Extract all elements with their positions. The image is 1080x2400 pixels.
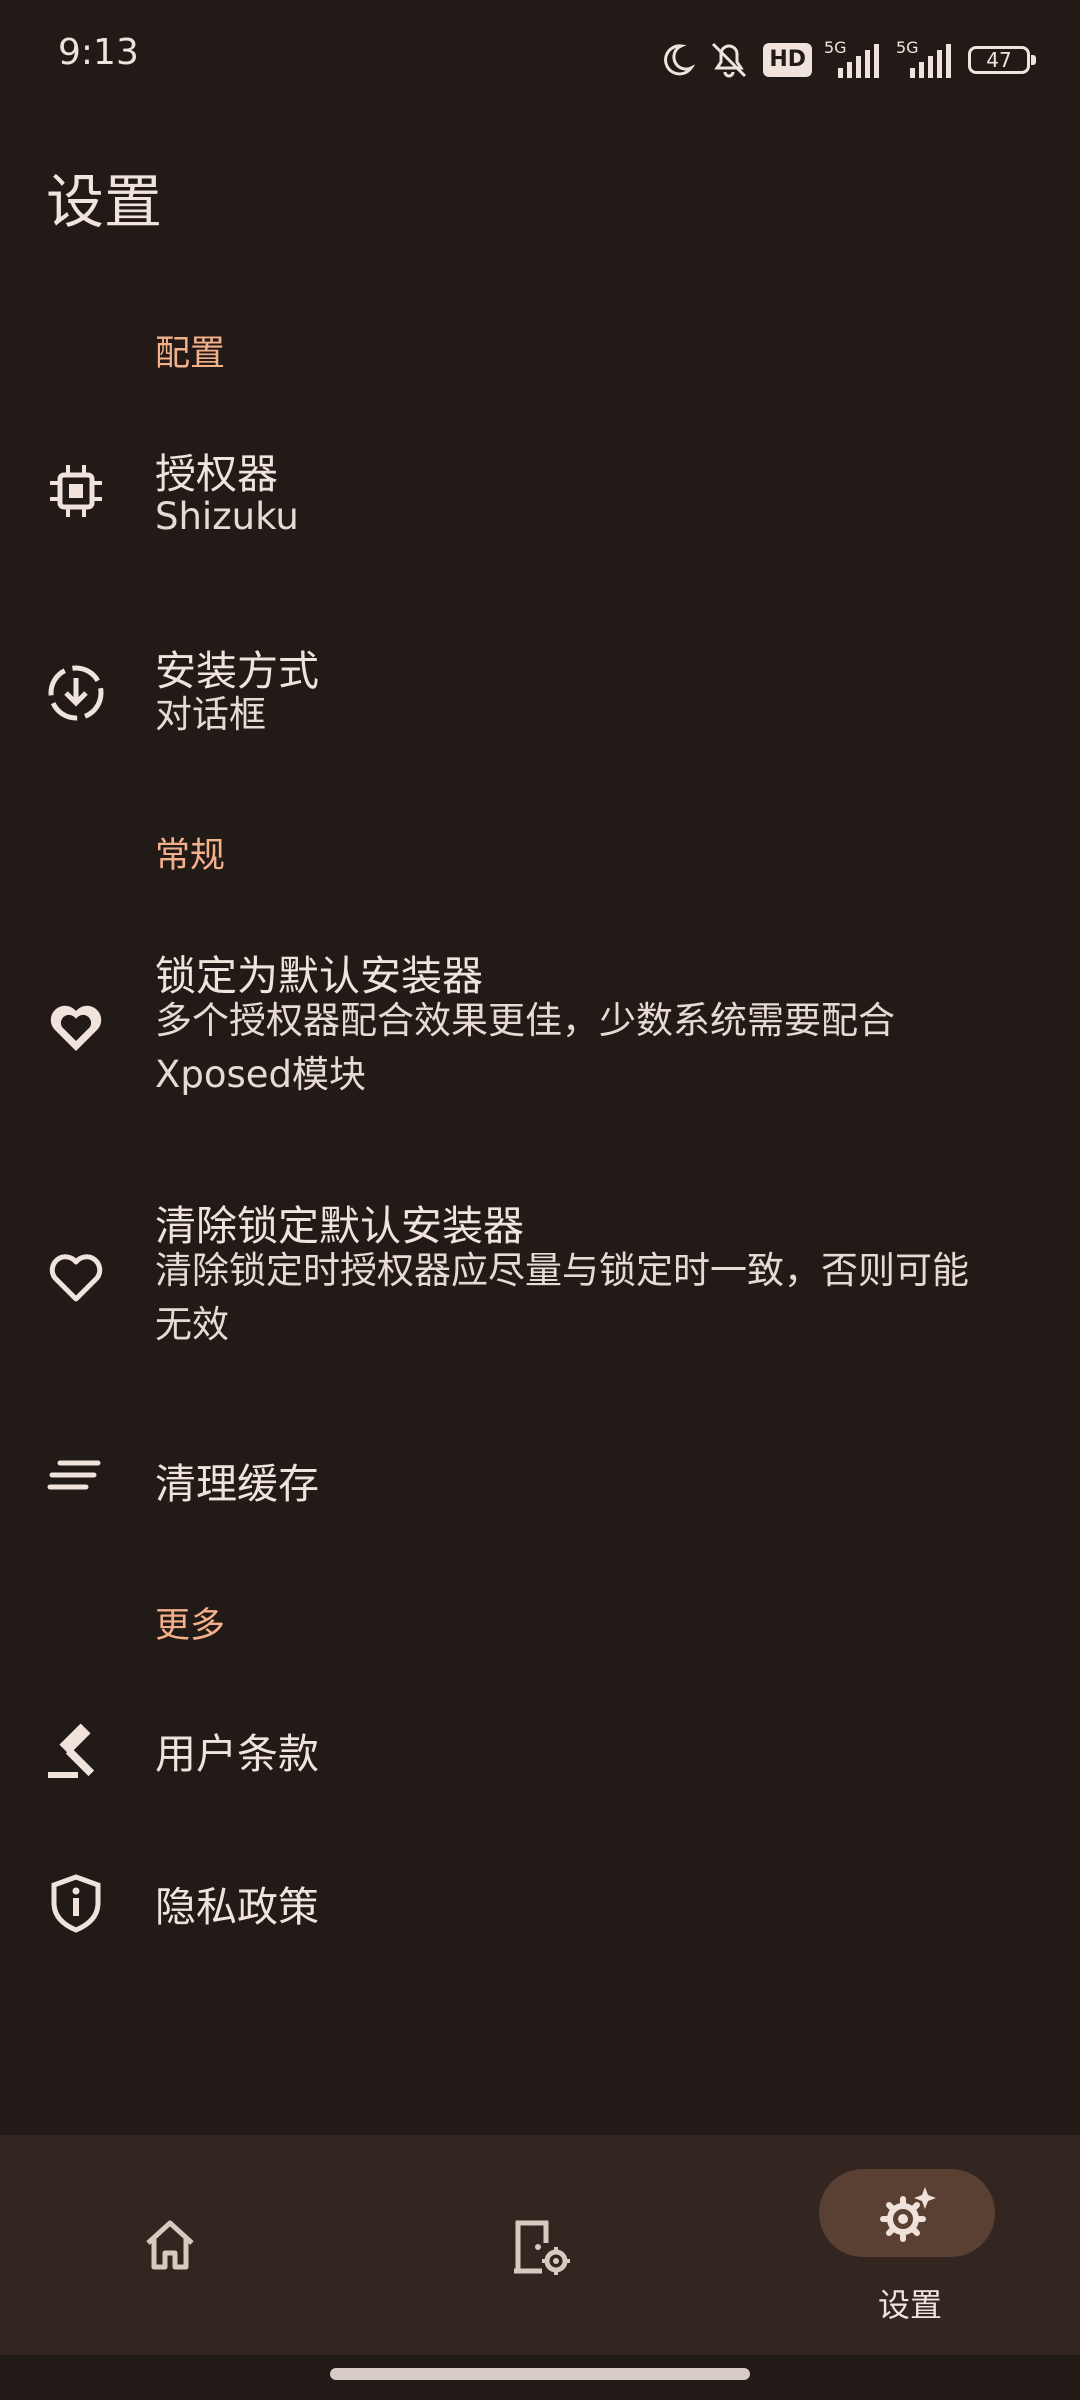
- download-circle-icon: [48, 665, 104, 721]
- nav-home[interactable]: [60, 2135, 280, 2355]
- signal-icon-1: 5G: [824, 38, 884, 80]
- section-header-general: 常规: [155, 836, 226, 876]
- clear-lines-icon: [47, 1460, 101, 1490]
- setting-title: 清除锁定默认安装器: [155, 1202, 524, 1250]
- home-icon: [146, 2220, 194, 2270]
- section-header-more: 更多: [155, 1606, 226, 1646]
- battery-icon: 47: [968, 46, 1036, 74]
- chip-icon: [50, 465, 102, 517]
- setting-privacy-policy[interactable]: 隐私政策: [0, 1843, 1080, 1963]
- setting-authorizer[interactable]: 授权器 Shizuku: [0, 420, 1080, 570]
- app-settings-icon: [514, 2220, 570, 2275]
- status-icons: HD 5G 5G 47: [659, 36, 1036, 84]
- status-bar: 9:13 HD 5G 5G 47: [0, 0, 1080, 120]
- nav-apps[interactable]: [430, 2135, 650, 2355]
- shield-info-icon: [51, 1874, 101, 1933]
- setting-title: 隐私政策: [155, 1883, 319, 1931]
- setting-subtitle: 清除锁定时授权器应尽量与锁定时一致，否则可能无效: [155, 1249, 969, 1346]
- moon-icon: [664, 44, 696, 76]
- heart-outline-icon: [49, 1254, 103, 1302]
- page-title: 设置: [46, 168, 163, 236]
- bell-off-icon: [712, 42, 747, 78]
- bottom-navigation: 设置: [0, 2135, 1080, 2355]
- setting-subtitle: 多个授权器配合效果更佳，少数系统需要配合Xposed模块: [155, 999, 895, 1096]
- heart-filled-icon: [50, 1005, 102, 1051]
- setting-clear-lock-default-installer[interactable]: 清除锁定默认安装器 清除锁定时授权器应尽量与锁定时一致，否则可能无效: [0, 1180, 1080, 1380]
- setting-subtitle: 对话框: [155, 693, 266, 736]
- gesture-bar[interactable]: [330, 2368, 750, 2380]
- nav-settings[interactable]: 设置: [800, 2135, 1020, 2355]
- nav-settings-label: 设置: [877, 2286, 942, 2324]
- signal-icon-2: 5G: [896, 38, 956, 80]
- gavel-icon: [48, 1723, 95, 1778]
- section-header-config: 配置: [155, 334, 226, 374]
- setting-title: 清理缓存: [155, 1460, 319, 1508]
- hd-badge: HD: [763, 43, 812, 77]
- setting-user-terms[interactable]: 用户条款: [0, 1690, 1080, 1810]
- settings-sparkle-icon: [880, 2187, 936, 2242]
- status-time: 9:13: [58, 32, 139, 73]
- setting-subtitle: Shizuku: [155, 495, 299, 538]
- setting-lock-default-installer[interactable]: 锁定为默认安装器 多个授权器配合效果更佳，少数系统需要配合Xposed模块: [0, 930, 1080, 1130]
- setting-title: 锁定为默认安装器: [155, 952, 483, 1000]
- setting-install-method[interactable]: 安装方式 对话框: [0, 622, 1080, 772]
- setting-clear-cache[interactable]: 清理缓存: [0, 1420, 1080, 1530]
- setting-title: 用户条款: [155, 1730, 319, 1778]
